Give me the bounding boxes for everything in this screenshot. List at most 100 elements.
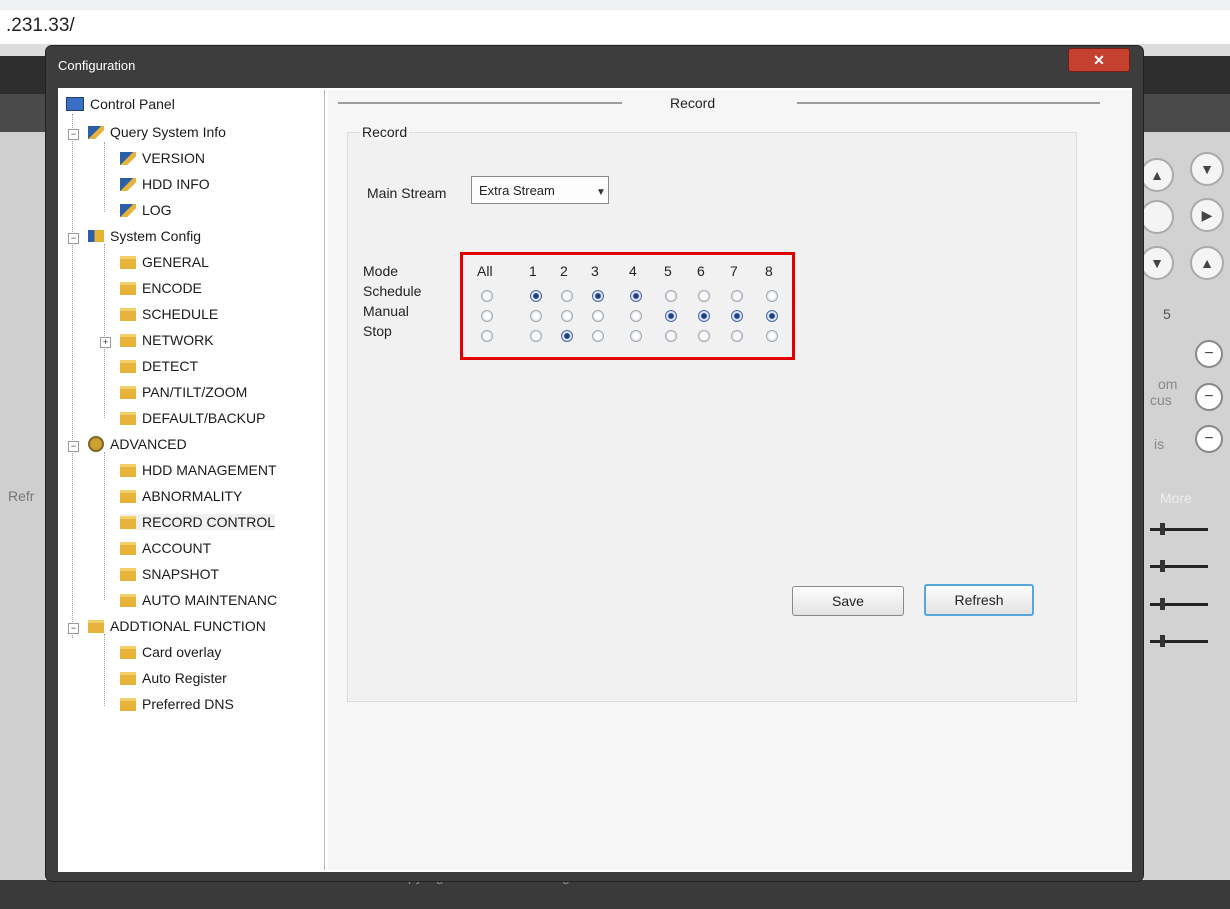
tree-item-control-panel[interactable]: Control Panel [66,96,175,112]
refresh-button[interactable]: Refresh [924,584,1034,616]
radio-manual-2[interactable] [561,310,573,322]
tree-item-additional-function[interactable]: ADDTIONAL FUNCTION [88,618,266,634]
tree-item-auto-maintenance[interactable]: AUTO MAINTENANC [120,592,277,608]
tree-item-hdd-info[interactable]: HDD INFO [120,176,210,192]
tree-item-query-system-info[interactable]: Query System Info [88,124,226,140]
tree-item-system-config[interactable]: System Config [88,228,201,244]
radio-manual-3[interactable] [592,310,604,322]
collapse-icon[interactable]: − [68,129,79,140]
background-refresh-label[interactable]: Refr [8,488,34,504]
radio-stop-5[interactable] [665,330,677,342]
slider-3[interactable] [1150,598,1208,610]
radio-stop-8[interactable] [766,330,778,342]
save-button[interactable]: Save [792,586,904,616]
ptz-right-icon[interactable]: ▶ [1190,198,1224,232]
close-icon[interactable]: ✕ [1068,48,1130,72]
radio-stop-4[interactable] [630,330,642,342]
dialog-title: Configuration [58,58,136,73]
tree-line [104,142,105,212]
tree-item-network[interactable]: NETWORK [120,332,214,348]
ptz-up-left-icon[interactable]: ▲ [1140,158,1174,192]
column-header-6: 6 [697,263,705,279]
radio-manual-5[interactable] [665,310,677,322]
radio-stop-1[interactable] [530,330,542,342]
tree-label: HDD INFO [142,176,210,192]
browser-address-bar[interactable] [0,0,1230,45]
expand-icon[interactable]: + [100,337,111,348]
radio-manual-6[interactable] [698,310,710,322]
tree-item-abnormality[interactable]: ABNORMALITY [120,488,242,504]
zoom-minus-icon[interactable]: − [1195,340,1223,368]
tree-label: DEFAULT/BACKUP [142,410,266,426]
collapse-icon[interactable]: − [68,441,79,452]
mode-highlight-box [460,252,795,360]
tree-label: Preferred DNS [142,696,234,712]
iris-minus-icon[interactable]: − [1195,425,1223,453]
more-button[interactable]: More [1160,490,1192,506]
tree-item-schedule[interactable]: SCHEDULE [120,306,218,322]
tree-item-snapshot[interactable]: SNAPSHOT [120,566,219,582]
radio-manual-4[interactable] [630,310,642,322]
radio-schedule-3[interactable] [592,290,604,302]
radio-schedule-all[interactable] [481,290,493,302]
radio-manual-1[interactable] [530,310,542,322]
tree-label: Card overlay [142,644,222,660]
tree-item-hdd-management[interactable]: HDD MANAGEMENT [120,462,277,478]
radio-stop-6[interactable] [698,330,710,342]
tree-item-record-control[interactable]: RECORD CONTROL [120,514,276,530]
collapse-icon[interactable]: − [68,233,79,244]
radio-manual-all[interactable] [481,310,493,322]
folder-open-icon [120,515,136,529]
collapse-icon[interactable]: − [68,623,79,634]
tree-label: System Config [110,228,202,244]
slider-4[interactable] [1150,635,1208,647]
radio-stop-7[interactable] [731,330,743,342]
ptz-center-icon[interactable] [1140,200,1174,234]
tree-item-pan-tilt-zoom[interactable]: PAN/TILT/ZOOM [120,384,247,400]
radio-schedule-2[interactable] [561,290,573,302]
column-header-3: 3 [591,263,599,279]
tree-item-preferred-dns[interactable]: Preferred DNS [120,696,234,712]
folder-icon [120,489,136,503]
tree-item-version[interactable]: VERSION [120,150,205,166]
channel-value[interactable]: 5 [1163,306,1171,322]
radio-stop-3[interactable] [592,330,604,342]
radio-schedule-6[interactable] [698,290,710,302]
slider-2[interactable] [1150,560,1208,572]
tree-item-general[interactable]: GENERAL [120,254,209,270]
address-text[interactable]: .231.33/ [6,15,75,37]
tree-item-card-overlay[interactable]: Card overlay [120,644,221,660]
tree-item-default-backup[interactable]: DEFAULT/BACKUP [120,410,265,426]
slider-1[interactable] [1150,523,1208,535]
stream-select[interactable]: Extra Stream [471,176,609,204]
tree-label: ADDTIONAL FUNCTION [110,618,266,634]
header-divider-right [797,102,1100,104]
tree-item-detect[interactable]: DETECT [120,358,198,374]
folder-icon [120,541,136,555]
tree-label: SNAPSHOT [142,566,220,582]
tree-label: AUTO MAINTENANC [142,592,278,608]
radio-manual-7[interactable] [731,310,743,322]
column-header-all: All [477,263,493,279]
radio-schedule-8[interactable] [766,290,778,302]
focus-minus-icon[interactable]: − [1195,383,1223,411]
tree-item-log[interactable]: LOG [120,202,172,218]
radio-manual-8[interactable] [766,310,778,322]
tree-item-account[interactable]: ACCOUNT [120,540,211,556]
chevron-down-icon[interactable]: ▼ [596,187,606,198]
radio-schedule-5[interactable] [665,290,677,302]
folder-icon [120,671,136,685]
ptz-up-icon[interactable]: ▲ [1190,246,1224,280]
tree-item-auto-register[interactable]: Auto Register [120,670,227,686]
radio-schedule-7[interactable] [731,290,743,302]
ptz-down-icon[interactable]: ▼ [1190,152,1224,186]
ptz-down-left-icon[interactable]: ▼ [1140,246,1174,280]
tree-label: RECORD CONTROL [142,514,276,530]
radio-stop-2[interactable] [561,330,573,342]
radio-stop-all[interactable] [481,330,493,342]
folder-icon [120,697,136,711]
radio-schedule-1[interactable] [530,290,542,302]
tree-item-encode[interactable]: ENCODE [120,280,202,296]
tree-item-advanced[interactable]: ADVANCED [88,436,187,452]
radio-schedule-4[interactable] [630,290,642,302]
